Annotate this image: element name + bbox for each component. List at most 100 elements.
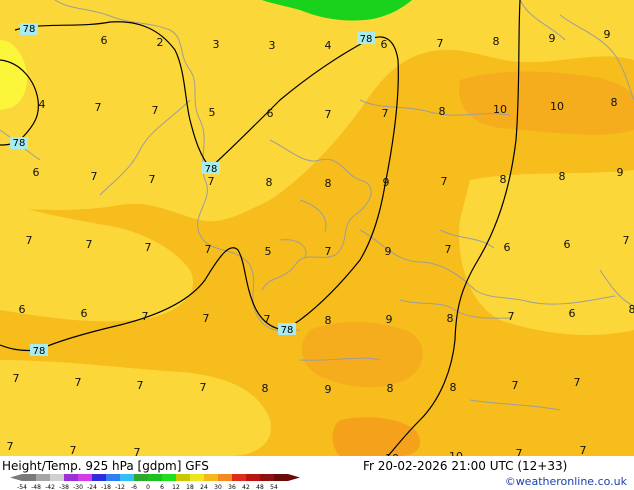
temp-label: 8 xyxy=(266,176,273,189)
scale-swatch xyxy=(260,474,274,481)
scale-swatch xyxy=(148,474,162,481)
temp-label: 8 xyxy=(611,96,618,109)
scale-swatch xyxy=(78,474,92,481)
temp-label: 5 xyxy=(209,106,216,119)
temp-label: 6 xyxy=(564,238,571,251)
scale-swatch xyxy=(162,474,176,481)
temp-label: 7 xyxy=(91,170,98,183)
temp-label: 7 xyxy=(325,245,332,258)
temp-label: 7 xyxy=(441,175,448,188)
temp-label: 4 xyxy=(325,39,332,52)
temp-label: 7 xyxy=(13,372,20,385)
contour-label: 78 xyxy=(33,346,46,357)
temp-label: 9 xyxy=(549,32,556,45)
temp-label: 6 xyxy=(267,107,274,120)
scale-tick-label: 36 xyxy=(228,484,236,490)
temp-label: 9 xyxy=(604,28,611,41)
scale-tick-label: -54 xyxy=(17,484,27,490)
scale-tick-label: 6 xyxy=(160,484,164,490)
temp-label: 8 xyxy=(325,314,332,327)
temp-label: 8 xyxy=(500,173,507,186)
map-title: Height/Temp. 925 hPa [gdpm] GFS xyxy=(2,459,209,473)
scale-swatch xyxy=(176,474,190,481)
temp-label: 7 xyxy=(149,173,156,186)
temp-label: 10 xyxy=(550,100,564,113)
scale-swatch xyxy=(232,474,246,481)
temp-label: 9 xyxy=(617,166,624,179)
temp-label: 6 xyxy=(101,34,108,47)
temp-label: 8 xyxy=(262,382,269,395)
temp-label: 9 xyxy=(325,383,332,396)
scale-swatch xyxy=(246,474,260,481)
contour-label: 78 xyxy=(205,164,218,175)
scale-swatch xyxy=(106,474,120,481)
temp-label: 7 xyxy=(145,241,152,254)
scale-tick-label: -6 xyxy=(131,484,137,490)
scale-tick-label: 48 xyxy=(256,484,264,490)
temp-label: 6 xyxy=(33,166,40,179)
scale-swatch xyxy=(204,474,218,481)
temp-label: 8 xyxy=(559,170,566,183)
scale-swatch xyxy=(22,474,36,481)
scale-tick-label: 18 xyxy=(186,484,194,490)
temp-label: 7 xyxy=(205,243,212,256)
temp-label: 8 xyxy=(493,35,500,48)
temp-label: 7 xyxy=(203,312,210,325)
temp-label: 7 xyxy=(574,376,581,389)
scale-tick-label: 54 xyxy=(270,484,278,490)
scale-tick-label: 42 xyxy=(242,484,250,490)
temp-label: 9 xyxy=(383,176,390,189)
scale-tick-label: 12 xyxy=(172,484,180,490)
temp-label: 7 xyxy=(152,104,159,117)
scale-tick-label: -12 xyxy=(115,484,125,490)
temp-label: 8 xyxy=(439,105,446,118)
scale-swatch xyxy=(134,474,148,481)
scale-tick-label: -38 xyxy=(59,484,69,490)
temp-label: 9 xyxy=(386,313,393,326)
scale-swatch xyxy=(120,474,134,481)
temp-label: 7 xyxy=(70,444,77,457)
credit-text: ©weatheronline.co.uk xyxy=(505,475,628,488)
valid-time: Fr 20-02-2026 21:00 UTC (12+33) xyxy=(363,459,567,473)
temp-label: 10 xyxy=(493,103,507,116)
temp-label: 7 xyxy=(86,238,93,251)
temp-label: 7 xyxy=(142,310,149,323)
temp-label: 7 xyxy=(208,175,215,188)
temp-label: 7 xyxy=(264,313,271,326)
temp-label: 5 xyxy=(265,245,272,258)
contour-label: 78 xyxy=(13,138,26,149)
temp-label: 7 xyxy=(382,107,389,120)
scale-tick-label: -48 xyxy=(31,484,41,490)
temp-label: 4 xyxy=(39,98,46,111)
temp-label: 7 xyxy=(445,243,452,256)
temp-label: 7 xyxy=(75,376,82,389)
temp-label: 7 xyxy=(623,234,630,247)
scale-tick-label: -18 xyxy=(101,484,111,490)
scale-tick-label: -24 xyxy=(87,484,97,490)
temp-label: 3 xyxy=(269,39,276,52)
scale-swatch xyxy=(92,474,106,481)
scale-tick-label: 30 xyxy=(214,484,222,490)
temp-label: 7 xyxy=(7,440,14,453)
contour-label: 78 xyxy=(23,24,36,35)
scale-tick-label: -42 xyxy=(45,484,55,490)
contour-label: 78 xyxy=(281,325,294,336)
temp-label: 7 xyxy=(26,234,33,247)
temp-label: 7 xyxy=(437,37,444,50)
temp-label: 7 xyxy=(325,108,332,121)
temp-label: 3 xyxy=(213,38,220,51)
scale-tick-label: -30 xyxy=(73,484,83,490)
scale-swatch xyxy=(50,474,64,481)
scale-swatch xyxy=(64,474,78,481)
scale-swatch xyxy=(190,474,204,481)
temp-label: 6 xyxy=(381,38,388,51)
weather-map: 78 78 78 78 78 78 6 2 3 3 4 6 7 8 9 9 4 … xyxy=(0,0,634,490)
temp-label: 7 xyxy=(508,310,515,323)
scale-tick-label: 24 xyxy=(200,484,208,490)
temp-label: 6 xyxy=(569,307,576,320)
temp-label: 8 xyxy=(450,381,457,394)
temp-label: 7 xyxy=(137,379,144,392)
temp-label: 9 xyxy=(385,245,392,258)
temp-label: 8 xyxy=(447,312,454,325)
temp-label: 8 xyxy=(387,382,394,395)
